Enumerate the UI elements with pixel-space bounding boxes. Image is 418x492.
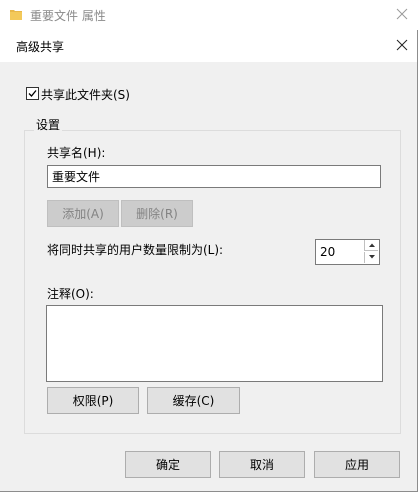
add-button[interactable]: 添加(A) [47,200,119,227]
folder-icon [10,9,22,20]
parent-window-title: 重要文件 属性 [30,9,106,23]
user-limit-stepper[interactable] [315,239,380,265]
chevron-down-icon [369,255,375,259]
share-name-field[interactable] [47,165,381,188]
dialog-titlebar: 高级共享 [0,30,417,62]
spin-up-button[interactable] [364,240,378,251]
share-name-label: 共享名(H): [47,146,106,160]
share-folder-checkbox[interactable] [26,87,39,100]
close-icon[interactable] [396,39,408,51]
caching-button[interactable]: 缓存(C) [147,387,240,414]
share-name-input[interactable] [48,166,372,186]
permissions-button[interactable]: 权限(P) [47,387,139,414]
comments-label: 注释(O): [47,287,94,301]
share-folder-label[interactable]: 共享此文件夹(S) [41,86,130,103]
chevron-up-icon [369,243,375,247]
cancel-button[interactable]: 取消 [219,451,305,478]
advanced-sharing-dialog: 高级共享 共享此文件夹(S) 设置 共享名(H): 添加(A) 删除(R) 将同… [0,30,418,492]
comments-textarea[interactable] [47,306,382,381]
ok-button[interactable]: 确定 [125,451,211,478]
user-limit-input[interactable] [316,240,364,264]
parent-window-titlebar: 重要文件 属性 [0,0,418,30]
user-limit-label: 将同时共享的用户数量限制为(L): [47,243,224,257]
checkmark-icon [28,90,37,97]
apply-button[interactable]: 应用 [314,451,400,478]
comments-field[interactable] [46,305,383,382]
dialog-title: 高级共享 [16,40,65,54]
settings-group-legend: 设置 [34,116,63,133]
spin-down-button[interactable] [364,252,378,263]
parent-close-icon[interactable] [396,8,408,20]
remove-button[interactable]: 删除(R) [121,200,193,227]
